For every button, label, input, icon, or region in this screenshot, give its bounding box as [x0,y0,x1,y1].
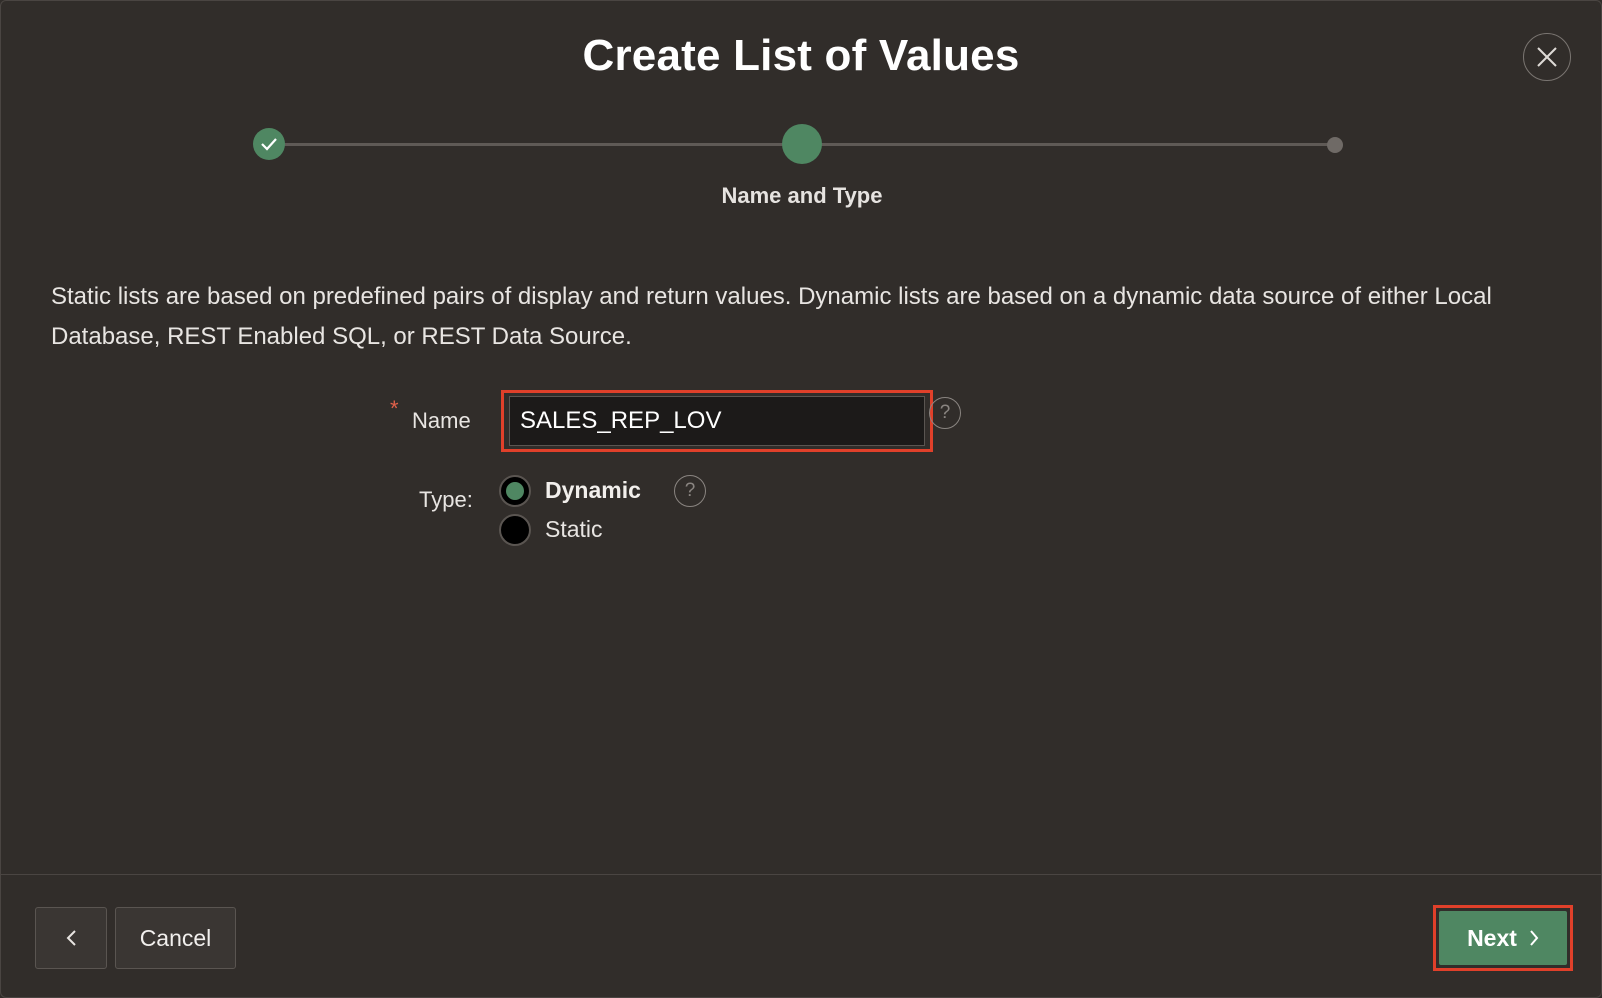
type-option-static-label[interactable]: Static [545,516,603,543]
create-lov-dialog: Create List of Values Name and Type Stat… [0,0,1602,998]
required-marker: * [390,396,399,421]
type-radio-dynamic[interactable] [499,475,531,507]
wizard-step-complete [253,128,285,160]
check-icon [261,138,277,151]
cancel-button[interactable]: Cancel [115,907,236,969]
footer-divider [1,874,1601,875]
current-step-label: Name and Type [721,183,883,208]
close-icon [1537,47,1557,67]
next-button-label: Next [1467,924,1517,951]
type-label: Type: [419,487,473,512]
radio-selected-dot [506,482,524,500]
name-input[interactable] [509,396,925,446]
next-button-highlight: Next [1433,905,1573,971]
wizard-step-current [782,124,822,164]
dialog-title: Create List of Values [582,31,1020,80]
close-button[interactable] [1523,33,1571,81]
name-field-highlight [501,390,933,452]
wizard-step-upcoming [1327,137,1343,153]
chevron-right-icon [1530,930,1539,946]
next-button[interactable]: Next [1439,911,1567,965]
type-option-dynamic-label[interactable]: Dynamic [545,477,641,504]
dialog-description: Static lists are based on predefined pai… [51,283,1492,350]
name-label: Name [412,408,471,433]
chevron-left-icon [66,930,76,946]
type-radio-static[interactable] [499,514,531,546]
type-help-icon[interactable]: ? [674,475,706,507]
name-help-icon[interactable]: ? [929,397,961,429]
previous-button[interactable] [35,907,107,969]
